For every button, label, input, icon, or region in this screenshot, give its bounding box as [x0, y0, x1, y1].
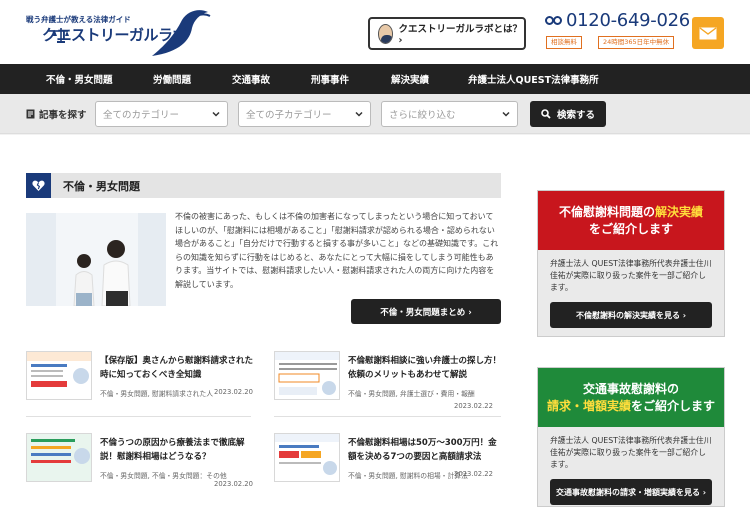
broken-heart-icon: [26, 173, 51, 198]
sidebar-box-traffic-heading-highlight: 請求・増額実績: [546, 398, 631, 413]
sidebar-box-traffic-results[interactable]: 交通事故慰謝料の 請求・増額実績をご紹介します 弁護士法人 QUEST法律事務所…: [537, 367, 725, 507]
main-nav: 不倫・男女問題 労働問題 交通事故 刑事事件 解決実績 弁護士法人QUEST法律…: [0, 64, 750, 94]
mail-icon: [699, 26, 717, 39]
free-dial-icon: [545, 16, 562, 25]
nav-item-affair[interactable]: 不倫・男女問題: [46, 64, 113, 94]
main-content: 不倫・男女問題 不倫の被害にあった、もしくは不倫の加害者になってしまったという場…: [0, 135, 750, 507]
about-button[interactable]: クエストリーガルラボとは？ ›: [368, 17, 526, 50]
article-card[interactable]: 不倫慰謝料相場は50万～300万円！金額を決める7つの要因と高額請求法 不倫・男…: [274, 433, 506, 488]
sidebar-box-traffic-heading: 交通事故慰謝料の 請求・増額実績をご紹介します: [538, 368, 724, 427]
article-date: 2023.02.22: [454, 402, 493, 410]
article-meta: 不倫・男女問題, 不倫・男女問題：その他: [100, 472, 227, 480]
lawyer-avatar-icon: [378, 23, 394, 44]
search-label-text: 記事を探す: [39, 110, 87, 121]
mail-button[interactable]: [692, 17, 724, 49]
traffic-results-button[interactable]: 交通事故慰謝料の請求・増額実績を見る ›: [550, 479, 712, 505]
sidebar-box-traffic-text: 弁護士法人 QUEST法律事務所代表弁護士住川佳祐が実際に取り扱った案件を一部ご…: [550, 436, 712, 469]
article-meta: 不倫・男女問題, 弁護士選び・費用・報酬: [348, 390, 475, 398]
nav-item-traffic[interactable]: 交通事故: [232, 64, 270, 94]
filter-select-value: さらに絞り込む: [389, 110, 456, 121]
nav-item-firm[interactable]: 弁護士法人QUEST法律事務所: [468, 64, 599, 94]
article-date: 2023.02.20: [214, 388, 253, 396]
badge-hours: 24時間365日年中無休: [598, 36, 675, 49]
phone-number-text: 0120-649-026: [566, 10, 690, 31]
chevron-down-icon: [355, 111, 363, 117]
article-meta: 不倫・男女問題, 慰謝料の相場・計算法: [348, 472, 468, 480]
badge-free-consultation: 相談無料: [546, 36, 582, 49]
article-thumbnail: [274, 433, 340, 482]
affair-results-button[interactable]: 不倫慰謝料の解決実績を見る ›: [550, 302, 712, 328]
category-select-value: 全てのカテゴリー: [103, 110, 180, 121]
sidebar-box-affair-results[interactable]: 不倫慰謝料問題の解決実績 をご紹介します 弁護士法人 QUEST法律事務所代表弁…: [537, 190, 725, 337]
article-date: 2023.02.22: [454, 470, 493, 478]
article-title: 不倫うつの原因から療養法まで徹底解説！慰謝料相場はどうなる？: [100, 438, 245, 462]
article-title: 不倫慰謝料相談に強い弁護士の探し方！依頼のメリットもあわせて解説: [348, 356, 502, 380]
article-thumbnail: [26, 433, 92, 482]
logo-title: クエストリーガルラボ: [42, 26, 188, 44]
sidebar-box-traffic-heading-a: 交通事故慰謝料の: [582, 381, 679, 396]
article-title: 不倫慰謝料相場は50万～300万円！金額を決める7つの要因と高額請求法: [348, 438, 497, 462]
article-card[interactable]: 不倫慰謝料相談に強い弁護士の探し方！依頼のメリットもあわせて解説 不倫・男女問題…: [274, 351, 506, 410]
subcategory-select-value: 全ての子カテゴリー: [246, 110, 332, 121]
category-intro: 不倫の被害にあった、もしくは不倫の加害者になってしまったという場合に知っておいて…: [175, 212, 499, 289]
chevron-down-icon: [212, 111, 220, 117]
nav-item-criminal[interactable]: 刑事事件: [311, 64, 349, 94]
category-select[interactable]: 全てのカテゴリー: [95, 101, 228, 127]
search-bar: 記事を探す 全てのカテゴリー 全ての子カテゴリー さらに絞り込む 検索する: [0, 94, 750, 134]
sidebar-box-affair-heading: 不倫慰謝料問題の解決実績 をご紹介します: [538, 191, 724, 250]
search-button-label: 検索する: [556, 110, 595, 121]
chevron-down-icon: [502, 111, 510, 117]
nav-item-labor[interactable]: 労働問題: [153, 64, 191, 94]
nav-item-results[interactable]: 解決実績: [391, 64, 429, 94]
document-icon: [26, 109, 35, 119]
divider: [274, 416, 501, 417]
category-more-button[interactable]: 不倫・男女問題まとめ ›: [351, 299, 501, 324]
article-card[interactable]: 不倫うつの原因から療養法まで徹底解説！慰謝料相場はどうなる？ 不倫・男女問題, …: [26, 433, 266, 488]
sidebar-box-affair-heading-a: 不倫慰謝料問題の: [558, 204, 655, 219]
article-date: 2023.02.20: [214, 480, 253, 488]
about-button-label: クエストリーガルラボとは？ ›: [398, 24, 522, 46]
sidebar-box-affair-heading-highlight: 解決実績: [655, 204, 704, 219]
couple-hero-image: [26, 213, 166, 306]
category-header: 不倫・男女問題: [26, 173, 501, 198]
site-header: 戦う弁護士が教える法律ガイド クエストリーガルラボ クエストリーガルラボとは？ …: [0, 0, 750, 64]
subcategory-select[interactable]: 全ての子カテゴリー: [238, 101, 371, 127]
search-button[interactable]: 検索する: [530, 101, 606, 127]
sidebar-box-traffic-heading-b: をご紹介します: [631, 398, 716, 413]
search-label: 記事を探す: [26, 107, 87, 121]
divider: [26, 416, 251, 417]
sidebar-box-affair-text: 弁護士法人 QUEST法律事務所代表弁護士住川佳祐が実際に取り扱った案件を一部ご…: [550, 259, 712, 292]
search-icon: [541, 109, 551, 119]
sidebar-box-affair-body: 弁護士法人 QUEST法律事務所代表弁護士住川佳祐が実際に取り扱った案件を一部ご…: [538, 250, 724, 336]
filter-select[interactable]: さらに絞り込む: [381, 101, 518, 127]
category-title: 不倫・男女問題: [63, 179, 140, 193]
article-card[interactable]: 【保存版】奥さんから慰謝料請求された時に知っておくべき全知識 不倫・男女問題, …: [26, 351, 266, 406]
article-thumbnail: [26, 351, 92, 400]
article-title: 【保存版】奥さんから慰謝料請求された時に知っておくべき全知識: [100, 356, 254, 380]
sidebar-box-traffic-body: 弁護士法人 QUEST法律事務所代表弁護士住川佳祐が実際に取り扱った案件を一部ご…: [538, 427, 724, 506]
sidebar-box-affair-heading-b: をご紹介します: [588, 221, 673, 236]
article-meta: 不倫・男女問題, 慰謝料請求された人: [100, 390, 214, 398]
phone-number[interactable]: 0120-649-026: [545, 10, 690, 31]
article-thumbnail: [274, 351, 340, 400]
